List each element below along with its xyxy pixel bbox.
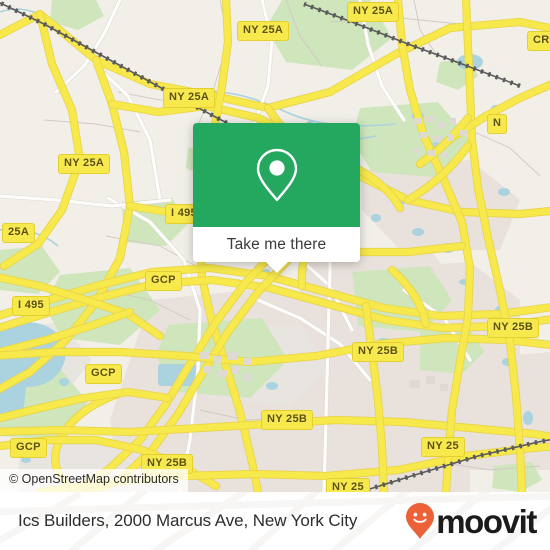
popup-image-panel: [193, 123, 360, 227]
road-shield: N: [487, 114, 508, 134]
popup-action-bar[interactable]: Take me there: [193, 227, 360, 262]
road-shield: NY 25A: [347, 2, 400, 22]
take-me-there-label: Take me there: [226, 235, 327, 253]
map-pin-icon: [256, 148, 297, 202]
osm-attribution[interactable]: © OpenStreetMap contributors: [0, 469, 188, 492]
popup-inner: Take me there: [193, 123, 360, 262]
popup-pointer-tail: [265, 262, 288, 273]
road-shield: NY 25B: [352, 342, 405, 362]
road-shield: NY 25A: [58, 154, 111, 174]
map-canvas[interactable]: .wtr { fill:#aad3df; } .park { fill:#cfe…: [0, 0, 550, 492]
road-shield: GCP: [10, 438, 47, 458]
road-shield: NY 25B: [261, 410, 314, 430]
moovit-brand[interactable]: moovit: [405, 502, 537, 540]
road-shield: I 495: [12, 296, 50, 316]
road-shield: GCP: [85, 364, 122, 384]
map-screenshot-root: .wtr { fill:#aad3df; } .park { fill:#cfe…: [0, 0, 550, 550]
road-shield: CR: [527, 31, 550, 51]
road-shield: NY 25: [326, 478, 370, 492]
moovit-wordmark: moovit: [436, 502, 537, 540]
road-shield: NY 25A: [163, 88, 216, 108]
road-shield: GCP: [145, 271, 182, 291]
moovit-smiley-pin-icon: [406, 503, 435, 539]
road-shield: NY 25: [421, 437, 465, 457]
bottom-info-bar: Ics Builders, 2000 Marcus Ave, New York …: [0, 492, 550, 550]
road-shield: 25A: [2, 223, 36, 243]
road-shield: NY 25B: [487, 318, 540, 338]
location-popup-card[interactable]: Take me there: [193, 123, 360, 273]
road-shield: NY 25A: [237, 21, 290, 41]
place-title: Ics Builders, 2000 Marcus Ave, New York …: [18, 511, 358, 530]
